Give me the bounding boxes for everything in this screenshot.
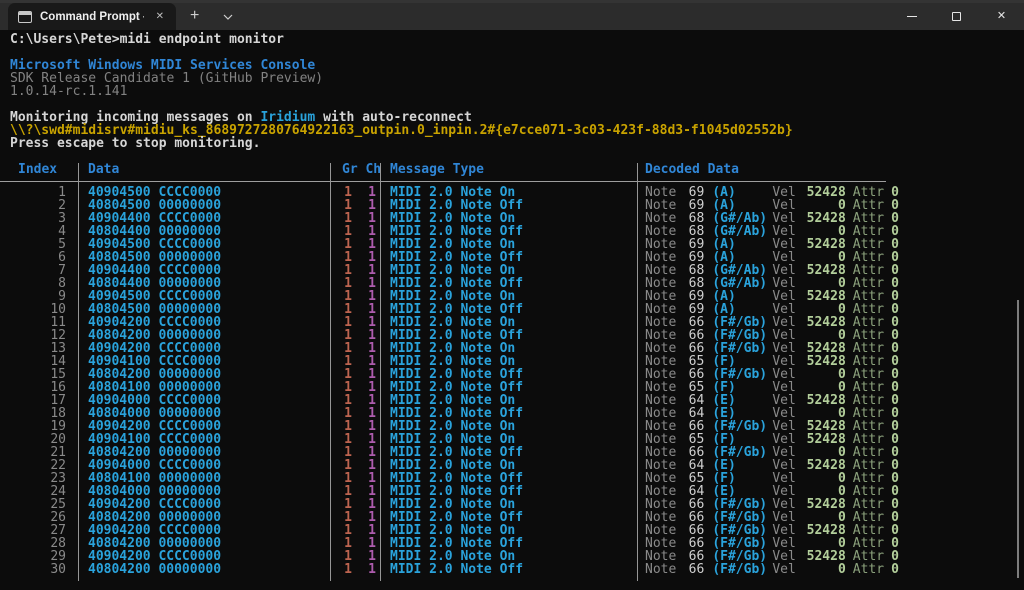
row-index: 13: [0, 342, 78, 355]
row-index: 27: [0, 524, 78, 537]
vel-value: 0: [796, 563, 846, 576]
command-prompt-icon: [18, 11, 32, 23]
titlebar: Command Prompt - midi end ✕ + ✕: [0, 3, 1024, 30]
tab-close-icon[interactable]: ✕: [152, 10, 168, 24]
minimize-icon: [907, 16, 917, 17]
row-index: 12: [0, 329, 78, 342]
tab-title: Command Prompt - midi end: [40, 11, 144, 23]
chevron-down-icon: [223, 14, 233, 20]
terminal-content[interactable]: C:\Users\Pete>midi endpoint monitor Micr…: [0, 30, 1024, 590]
row-index: 11: [0, 316, 78, 329]
row-index: 5: [0, 238, 78, 251]
row-index: 23: [0, 472, 78, 485]
table-header: Index Data Gr Ch Message Type Decoded Da…: [0, 163, 1014, 177]
new-tab-button[interactable]: +: [176, 3, 213, 30]
sdk-line: SDK Release Candidate 1 (GitHub Preview): [0, 72, 1024, 85]
header-decoded-data: Decoded Data: [637, 163, 1014, 177]
terminal-window: Command Prompt - midi end ✕ + ✕ C:\Users…: [0, 0, 1024, 590]
note-number: 66: [676, 563, 704, 576]
prompt-line: C:\Users\Pete>midi endpoint monitor: [0, 33, 1024, 46]
row-index: 6: [0, 251, 78, 264]
row-index: 18: [0, 407, 78, 420]
table-row: 30 40804200 00000000 1 1 MIDI 2.0 Note O…: [0, 563, 1014, 576]
column-separator: [637, 163, 638, 581]
row-index: 21: [0, 446, 78, 459]
tab-command-prompt[interactable]: Command Prompt - midi end ✕: [8, 3, 176, 30]
header-rule: [0, 181, 886, 182]
close-button[interactable]: ✕: [979, 3, 1024, 30]
header-message-type: Message Type: [380, 163, 637, 177]
attr-label: Attr: [853, 563, 884, 576]
row-index: 8: [0, 277, 78, 290]
version-line: 1.0.14-rc.1.141: [0, 85, 1024, 98]
note-label: Note: [645, 563, 676, 576]
row-index: 20: [0, 433, 78, 446]
table-body: 1 40904500 CCCC0000 1 1 MIDI 2.0 Note On…: [0, 186, 1024, 576]
maximize-button[interactable]: [934, 3, 979, 30]
row-decoded-data: Note 66 (F#/Gb) Vel 0 Attr 0: [637, 563, 1014, 576]
escape-line: Press escape to stop monitoring.: [0, 137, 1024, 150]
row-index: 2: [0, 199, 78, 212]
header-data: Data: [78, 163, 330, 177]
row-index: 14: [0, 355, 78, 368]
row-data: 40804200 00000000: [78, 563, 330, 576]
row-index: 19: [0, 420, 78, 433]
row-index: 28: [0, 537, 78, 550]
column-separator: [380, 163, 381, 581]
note-name: (F#/Gb): [712, 563, 772, 576]
blank-line: [0, 150, 1024, 163]
row-index: 17: [0, 394, 78, 407]
row-index: 4: [0, 225, 78, 238]
row-index: 25: [0, 498, 78, 511]
column-separator: [330, 163, 331, 581]
row-index: 16: [0, 381, 78, 394]
row-index: 24: [0, 485, 78, 498]
header-index: Index: [0, 163, 78, 177]
vel-label: Vel: [772, 563, 795, 576]
close-icon: ✕: [997, 11, 1006, 22]
row-index: 26: [0, 511, 78, 524]
column-separator: [78, 163, 79, 581]
row-index: 29: [0, 550, 78, 563]
midi-monitor-table: Index Data Gr Ch Message Type Decoded Da…: [0, 163, 1024, 576]
row-index: 15: [0, 368, 78, 381]
row-index: 9: [0, 290, 78, 303]
tab-dropdown-button[interactable]: [213, 3, 243, 30]
row-index: 3: [0, 212, 78, 225]
attr-value: 0: [891, 563, 899, 576]
row-group: 1: [330, 563, 352, 576]
row-channel: 1: [352, 563, 376, 576]
row-message-type: MIDI 2.0 Note Off: [380, 563, 637, 576]
row-index: 1: [0, 186, 78, 199]
row-index: 10: [0, 303, 78, 316]
row-index: 30: [0, 563, 78, 576]
scrollbar-thumb[interactable]: [1017, 300, 1019, 578]
window-controls: ✕: [889, 3, 1024, 30]
header-gr-ch: Gr Ch: [330, 163, 380, 177]
minimize-button[interactable]: [889, 3, 934, 30]
row-index: 22: [0, 459, 78, 472]
maximize-icon: [952, 12, 961, 21]
row-index: 7: [0, 264, 78, 277]
